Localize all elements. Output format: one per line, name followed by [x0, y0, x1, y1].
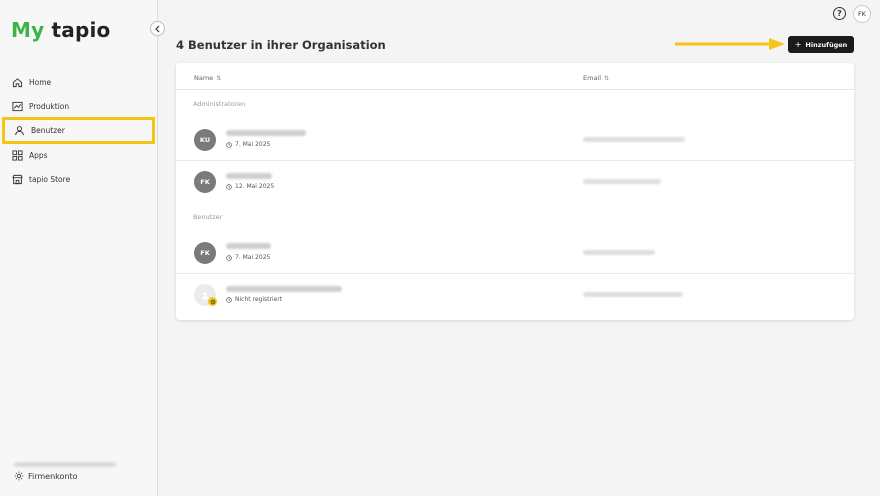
user-email-redacted: [583, 179, 661, 184]
user-meta: 12. Mai 2025: [226, 183, 274, 190]
account-switcher[interactable]: Firmenkonto: [14, 471, 78, 481]
arrow-annotation-icon: [675, 38, 785, 50]
sidebar-item-home[interactable]: Home: [7, 71, 153, 93]
group-label-users: Benutzer: [193, 213, 223, 221]
clock-icon: [226, 183, 232, 190]
avatar: KU: [194, 129, 216, 151]
user-meta: Nicht registriert: [226, 296, 282, 303]
user-name-redacted: [226, 286, 342, 292]
table-row[interactable]: FK 12. Mai 2025: [176, 161, 854, 203]
avatar-initials: KU: [199, 136, 211, 144]
column-label: Name: [194, 74, 214, 82]
user-date: 7. Mai 2025: [235, 141, 271, 148]
sidebar-item-label: tapio Store: [29, 174, 71, 184]
column-header-email[interactable]: Email ⇅: [583, 74, 609, 82]
app-logo[interactable]: My tapio: [11, 18, 110, 42]
help-icon: ?: [837, 9, 842, 18]
user-name-redacted: [226, 243, 271, 249]
sidebar-item-label: Apps: [29, 150, 48, 160]
avatar-initials: FK: [857, 10, 866, 18]
sidebar-item-benutzer[interactable]: Benutzer: [2, 117, 155, 144]
user-date: 12. Mai 2025: [235, 183, 275, 190]
store-icon: [12, 174, 23, 184]
divider: [176, 89, 854, 90]
chart-icon: [12, 101, 23, 111]
add-button-label: Hinzufügen: [805, 40, 848, 49]
sidebar-item-label: Home: [29, 77, 52, 87]
collapse-sidebar-button[interactable]: [150, 21, 165, 36]
column-header-name[interactable]: Name ⇅: [194, 74, 221, 82]
page-title: 4 Benutzer in ihrer Organisation: [176, 38, 386, 52]
table-row[interactable]: Nicht registriert: [176, 274, 854, 316]
group-label-admins: Administratoren: [193, 100, 246, 108]
user-meta: 7. Mai 2025: [226, 141, 270, 148]
user-avatar-button[interactable]: FK: [853, 5, 871, 23]
user-name-redacted: [226, 173, 272, 179]
users-table: Name ⇅ Email ⇅ Administratoren KU 7. Mai…: [176, 63, 854, 320]
clock-icon: [226, 141, 232, 148]
column-label: Email: [583, 74, 602, 82]
user-email-redacted: [583, 137, 685, 142]
sidebar: My tapio Home Produktion Benutzer Apps t…: [0, 0, 158, 496]
user-meta: 7. Mai 2025: [226, 254, 270, 261]
sort-icon: ⇅: [604, 74, 610, 82]
sidebar-item-apps[interactable]: Apps: [7, 144, 153, 166]
user-icon: [15, 126, 24, 136]
plus-icon: +: [794, 40, 802, 49]
user-name-redacted: [226, 130, 306, 136]
sidebar-item-tapio-store[interactable]: tapio Store: [7, 168, 153, 190]
apps-grid-icon: [12, 149, 23, 161]
home-icon: [12, 77, 23, 87]
logo-my: My: [11, 18, 45, 42]
user-email-redacted: [583, 292, 683, 297]
table-row[interactable]: KU 7. Mai 2025: [176, 118, 854, 160]
gear-icon: [14, 471, 24, 481]
user-date: 7. Mai 2025: [235, 254, 271, 261]
logo-tapio: tapio: [51, 18, 111, 42]
sidebar-item-label: Produktion: [29, 101, 70, 111]
pending-invite-icon: [208, 297, 217, 306]
help-button[interactable]: ?: [833, 7, 846, 20]
avatar: FK: [194, 171, 216, 193]
avatar-initials: FK: [200, 178, 210, 186]
avatar-initials: FK: [200, 249, 210, 257]
account-label: Firmenkonto: [28, 471, 78, 481]
clock-icon: [226, 296, 232, 303]
sidebar-item-label: Benutzer: [31, 126, 65, 135]
account-name-redacted: [14, 462, 116, 467]
avatar: FK: [194, 242, 216, 264]
chevron-left-icon: [154, 25, 159, 32]
add-user-button[interactable]: + Hinzufügen: [788, 36, 854, 53]
user-date: Nicht registriert: [235, 296, 283, 303]
sort-icon: ⇅: [216, 74, 222, 82]
clock-icon: [226, 254, 232, 261]
sidebar-item-produktion[interactable]: Produktion: [7, 95, 153, 117]
user-email-redacted: [583, 250, 655, 255]
table-row[interactable]: FK 7. Mai 2025: [176, 231, 854, 273]
